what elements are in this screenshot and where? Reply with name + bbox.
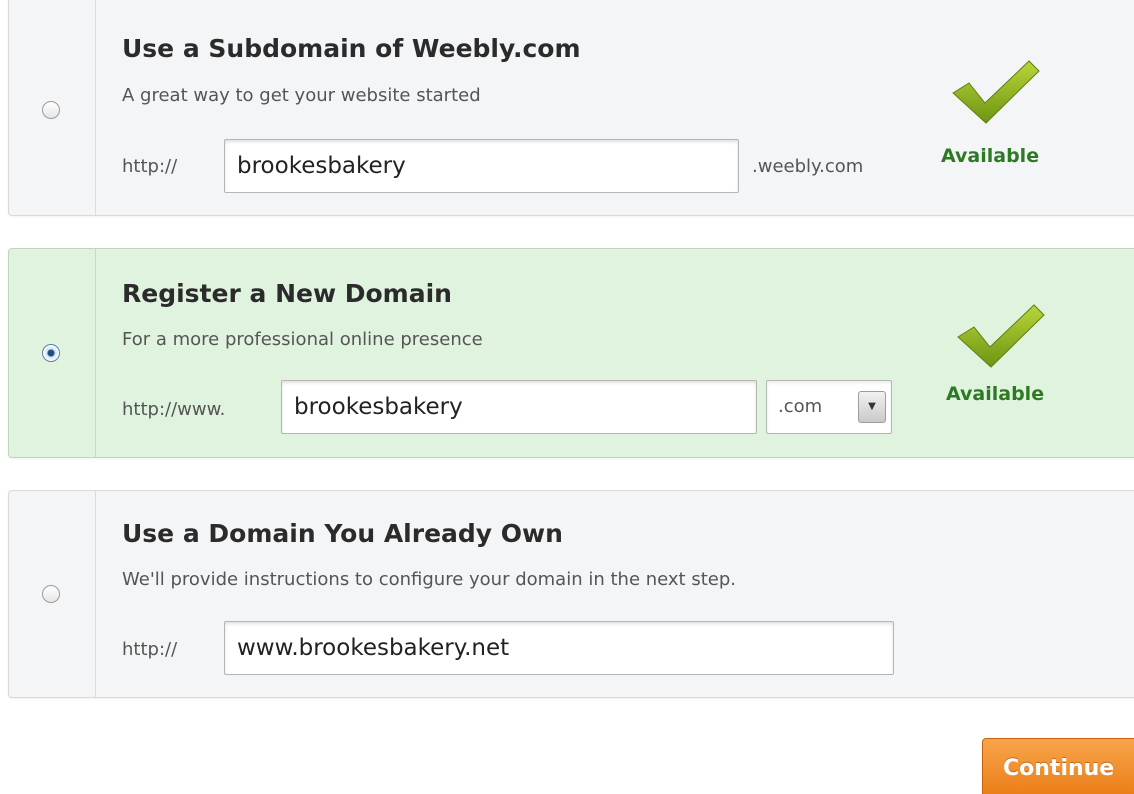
radio-column: [9, 249, 96, 457]
existing-domain-input[interactable]: [224, 621, 894, 675]
continue-button[interactable]: Continue: [982, 738, 1134, 794]
register-domain-option[interactable]: Register a New Domain For a more profess…: [8, 248, 1134, 458]
register-domain-subtitle: For a more professional online presence: [122, 329, 483, 350]
existing-domain-prefix: http://: [122, 639, 178, 660]
subdomain-subtitle: A great way to get your website started: [122, 85, 481, 106]
existing-domain-subtitle: We'll provide instructions to configure …: [122, 569, 736, 590]
subdomain-prefix: http://: [122, 156, 178, 177]
register-domain-input[interactable]: [281, 380, 757, 434]
subdomain-input[interactable]: [224, 139, 739, 193]
tld-select-value: .com: [778, 396, 823, 417]
register-domain-title: Register a New Domain: [122, 279, 452, 308]
checkmark-icon: [957, 304, 1045, 368]
existing-domain-option[interactable]: Use a Domain You Already Own We'll provi…: [8, 490, 1134, 698]
register-domain-radio[interactable]: [42, 344, 60, 362]
checkmark-icon: [952, 60, 1040, 124]
domain-setup-page: Use a Subdomain of Weebly.com A great wa…: [0, 0, 1134, 794]
subdomain-radio[interactable]: [42, 101, 60, 119]
chevron-down-icon[interactable]: ▼: [858, 391, 886, 423]
register-domain-status: Available: [946, 383, 1045, 405]
subdomain-suffix: .weebly.com: [752, 156, 864, 177]
tld-select[interactable]: .com ▼: [766, 380, 892, 434]
subdomain-status: Available: [941, 145, 1040, 167]
radio-column: [9, 0, 96, 215]
radio-column: [9, 491, 96, 697]
subdomain-title: Use a Subdomain of Weebly.com: [122, 34, 581, 63]
existing-domain-radio[interactable]: [42, 585, 60, 603]
register-domain-prefix: http://www.: [122, 399, 226, 420]
existing-domain-title: Use a Domain You Already Own: [122, 519, 563, 548]
subdomain-option[interactable]: Use a Subdomain of Weebly.com A great wa…: [8, 0, 1134, 216]
